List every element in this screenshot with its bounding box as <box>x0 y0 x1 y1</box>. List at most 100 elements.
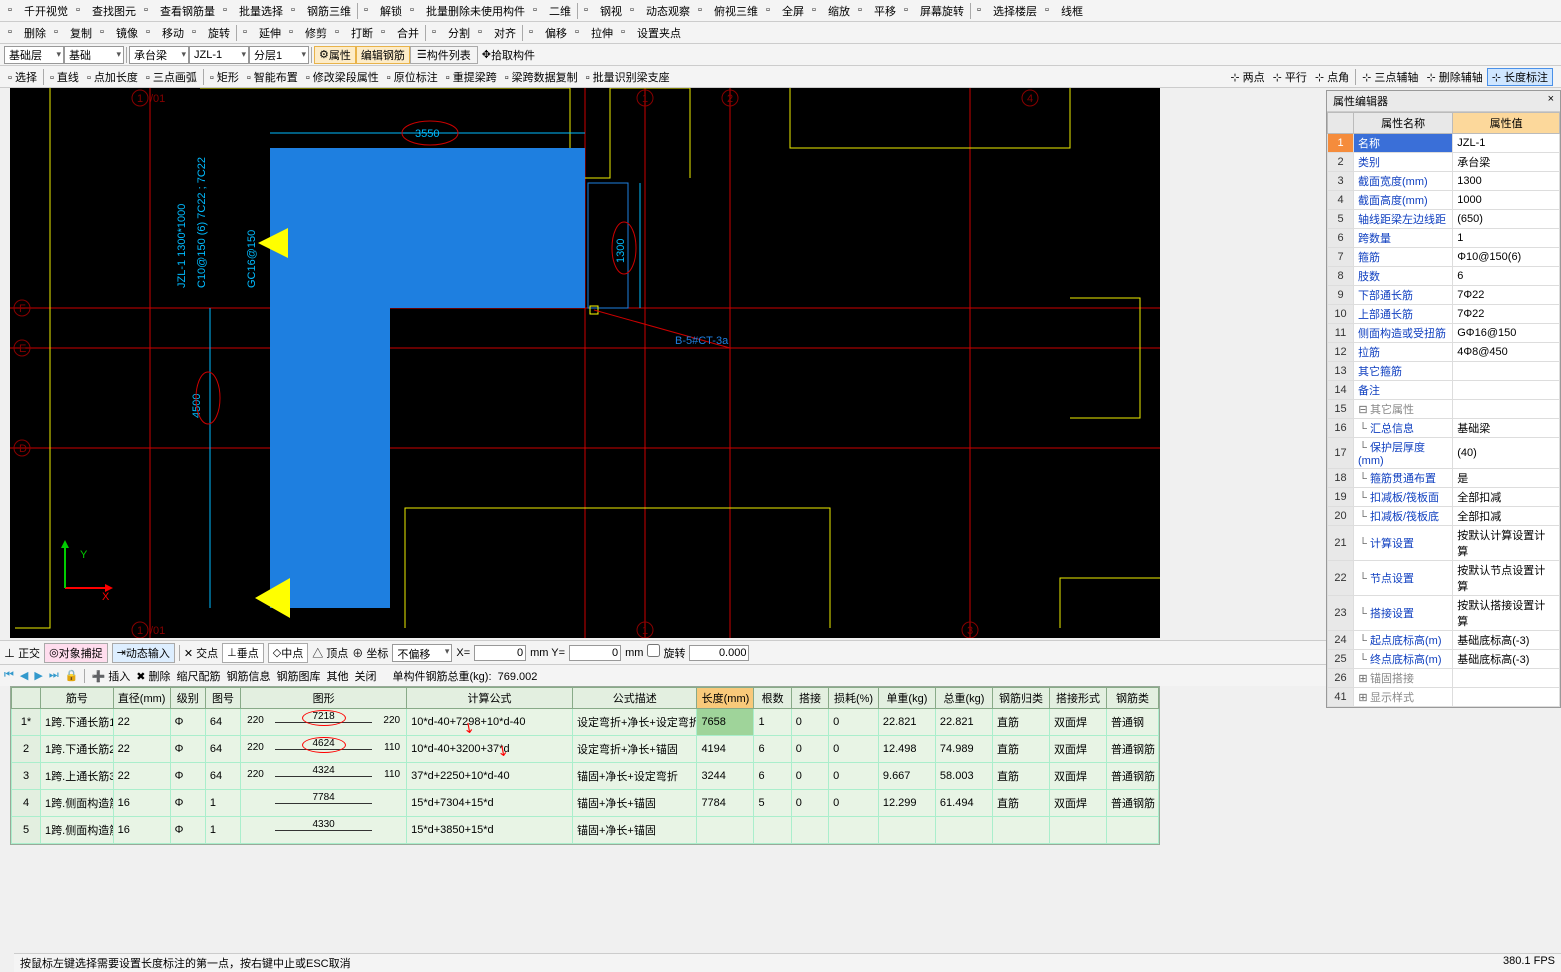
col-header[interactable]: 直径(mm) <box>113 688 170 709</box>
osnap-toggle[interactable]: ◎ 对象捕捉 <box>44 643 108 663</box>
prop-value[interactable]: 承台梁 <box>1453 153 1560 172</box>
prev-icon[interactable]: ◀ <box>20 669 28 682</box>
cell[interactable]: 普通钢筋 <box>1107 790 1159 817</box>
cmd-对齐[interactable]: ▫对齐 <box>474 24 520 42</box>
cell[interactable]: 双面焊 <box>1049 763 1106 790</box>
cell[interactable]: 锚固+净长+设定弯折 <box>573 763 697 790</box>
cell[interactable]: Φ <box>170 790 205 817</box>
cmd-修改梁段属性[interactable]: ▫ 修改梁段属性 <box>302 68 383 86</box>
cmd-删除辅轴[interactable]: ⊹ 删除辅轴 <box>1422 68 1486 86</box>
span-dropdown[interactable]: 分层1 <box>249 46 309 64</box>
cell[interactable]: 0 <box>791 763 828 790</box>
next-icon[interactable]: ▶ <box>34 669 42 682</box>
cell[interactable]: 双面焊 <box>1049 790 1106 817</box>
prop-value[interactable]: 6 <box>1453 267 1560 286</box>
snap-inter[interactable]: ✕ 交点 <box>184 645 218 661</box>
cell[interactable]: 1 <box>754 709 791 736</box>
dyninput-toggle[interactable]: ⇥ 动态输入 <box>112 643 175 663</box>
cell[interactable]: 直筋 <box>992 763 1049 790</box>
prop-name[interactable]: └节点设置 <box>1354 561 1453 596</box>
cmd-延伸[interactable]: ▫延伸 <box>239 24 285 42</box>
prop-value[interactable]: 按默认计算设置计算 <box>1453 526 1560 561</box>
beam-type-dropdown[interactable]: 承台梁 <box>129 46 189 64</box>
prop-value[interactable]: 按默认搭接设置计算 <box>1453 596 1560 631</box>
cell[interactable]: 58.003 <box>935 763 992 790</box>
cell[interactable]: 普通钢筋 <box>1107 736 1159 763</box>
prop-value[interactable] <box>1453 669 1560 688</box>
cell[interactable]: 1跨.上通长筋3 <box>41 763 114 790</box>
cmd-三点画弧[interactable]: ▫ 三点画弧 <box>142 68 201 86</box>
prop-name[interactable]: 类别 <box>1354 153 1453 172</box>
cell[interactable]: 16 <box>113 790 170 817</box>
prop-value[interactable]: Φ10@150(6) <box>1453 248 1560 267</box>
cell[interactable]: Φ <box>170 709 205 736</box>
cell[interactable]: 直筋 <box>992 709 1049 736</box>
prop-value[interactable]: 1 <box>1453 229 1560 248</box>
cmd-点角[interactable]: ⊹ 点角 <box>1311 68 1353 86</box>
prop-name[interactable]: ⊞锚固搭接 <box>1354 669 1453 688</box>
cell[interactable]: 双面焊 <box>1049 709 1106 736</box>
rebar-lib-button[interactable]: 钢筋图库 <box>277 668 321 684</box>
cell[interactable]: 1* <box>12 709 41 736</box>
cell[interactable]: 锚固+净长+锚固 <box>573 790 697 817</box>
cell[interactable]: 5 <box>754 790 791 817</box>
cmd-查看钢筋量[interactable]: ▫查看钢筋量 <box>140 2 219 20</box>
cell[interactable]: 6 <box>754 763 791 790</box>
cmd-矩形[interactable]: ▫ 矩形 <box>206 68 243 86</box>
prop-value[interactable]: 全部扣减 <box>1453 507 1560 526</box>
cmd-两点[interactable]: ⊹ 两点 <box>1226 68 1268 86</box>
prop-value[interactable] <box>1453 400 1560 419</box>
offset-mode[interactable]: 不偏移 <box>392 644 452 662</box>
col-header[interactable]: 总重(kg) <box>935 688 992 709</box>
rebar-info-button[interactable]: 钢筋信息 <box>227 668 271 684</box>
prop-value[interactable]: 1000 <box>1453 191 1560 210</box>
edit-rebar-button[interactable]: 编辑钢筋 <box>356 46 410 64</box>
cmd-镜像[interactable]: ▫镜像 <box>96 24 142 42</box>
cmd-全屏[interactable]: ▫全屏 <box>762 2 808 20</box>
prop-name[interactable]: 下部通长筋 <box>1354 286 1453 305</box>
cmd-批量选择[interactable]: ▫批量选择 <box>219 2 287 20</box>
pick-button[interactable]: ✥ 拾取构件 <box>478 46 539 64</box>
cell[interactable]: 22.821 <box>935 709 992 736</box>
cell[interactable] <box>754 817 791 844</box>
cell[interactable]: 4 <box>12 790 41 817</box>
prop-name[interactable]: └终点底标高(m) <box>1354 650 1453 669</box>
close-icon[interactable]: × <box>1548 93 1554 109</box>
cmd-平移[interactable]: ▫平移 <box>854 2 900 20</box>
cell[interactable]: 1跨.侧面构造筋2 <box>41 817 114 844</box>
col-header[interactable]: 钢筋归类 <box>992 688 1049 709</box>
cell[interactable]: 0 <box>829 790 879 817</box>
cell[interactable]: 0 <box>829 763 879 790</box>
cmd-设置夹点[interactable]: ▫设置夹点 <box>617 24 685 42</box>
prop-name[interactable]: 肢数 <box>1354 267 1453 286</box>
prop-name[interactable]: 上部通长筋 <box>1354 305 1453 324</box>
col-header[interactable] <box>12 688 41 709</box>
cmd-移动[interactable]: ▫移动 <box>142 24 188 42</box>
base-dropdown[interactable]: 基础 <box>64 46 124 64</box>
cell[interactable]: 锚固+净长+锚固 <box>573 817 697 844</box>
col-header[interactable]: 长度(mm) <box>697 688 754 709</box>
cell[interactable]: 6 <box>754 736 791 763</box>
cell[interactable] <box>1107 817 1159 844</box>
cell[interactable]: 12.299 <box>878 790 935 817</box>
cell[interactable]: 1跨.侧面构造筋1 <box>41 790 114 817</box>
cell[interactable]: 16 <box>113 817 170 844</box>
cell[interactable]: 22 <box>113 763 170 790</box>
insert-button[interactable]: ➕ 插入 <box>91 668 130 684</box>
toolbar-edit[interactable]: ▫删除▫复制▫镜像▫移动▫旋转▫延伸▫修剪▫打断▫合并▫分割▫对齐▫偏移▫拉伸▫… <box>0 22 1561 44</box>
cmd-屏幕旋转[interactable]: ▫屏幕旋转 <box>900 2 968 20</box>
prop-value[interactable]: GΦ16@150 <box>1453 324 1560 343</box>
snap-axis[interactable]: ⊕ 坐标 <box>352 645 388 661</box>
cmd-拉伸[interactable]: ▫拉伸 <box>571 24 617 42</box>
cell[interactable]: 22 <box>113 736 170 763</box>
prop-name[interactable]: 名称 <box>1354 134 1453 153</box>
delete-button[interactable]: ✖ 删除 <box>136 668 170 684</box>
cell[interactable]: 直筋 <box>992 736 1049 763</box>
y-input[interactable] <box>569 645 621 661</box>
cmd-千开视觉[interactable]: ▫千开视觉 <box>4 2 72 20</box>
cell[interactable] <box>935 817 992 844</box>
cell[interactable]: 0 <box>829 736 879 763</box>
cmd-选择[interactable]: ▫ 选择 <box>4 68 41 86</box>
cell[interactable] <box>1049 817 1106 844</box>
cell[interactable]: 0 <box>829 709 879 736</box>
